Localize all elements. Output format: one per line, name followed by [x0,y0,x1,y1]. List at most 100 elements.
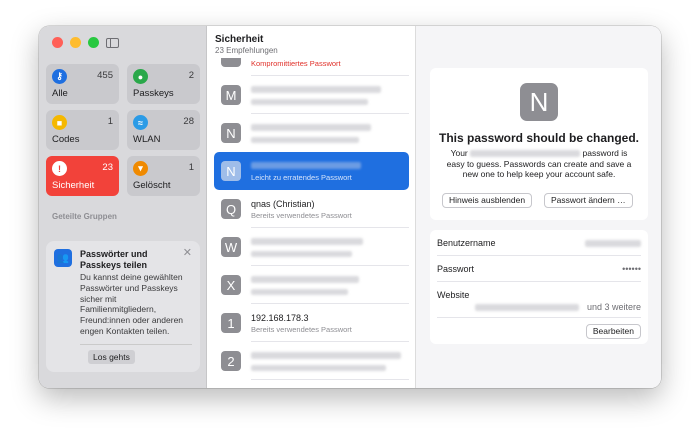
category-tile[interactable]: ≈28 WLAN [127,110,200,150]
redacted-item-name [251,162,361,169]
redacted-item-name [251,124,371,131]
redacted-website [475,304,579,311]
item-avatar: 1 [221,313,241,333]
item-avatar: 2 [221,351,241,371]
category-count: 455 [97,70,113,81]
redacted-item-detail [251,289,349,295]
website-more: und 3 weitere [586,302,641,312]
username-row[interactable]: Benutzername [437,230,641,256]
item-avatar: N [221,123,241,143]
detail-pane: N This password should be changed. Your … [416,26,661,388]
divider [80,344,192,345]
list-title: Sicherheit [215,34,264,45]
item-subtitle: Bereits verwendetes Passwort [251,325,352,334]
people-icon: 👥 [54,249,72,267]
category-count: 1 [188,162,194,173]
change-password-button[interactable]: Passwort ändern … [544,193,633,208]
sidebar-icon[interactable] [106,38,119,48]
edit-button[interactable]: Bearbeiten [585,324,641,339]
sidebar: ⚷ 455 Alle ● 2 Passkeys ■ 1 Codes ≈28 WLAN! 23 Siche… [39,26,207,388]
category-count: 23 [102,162,113,173]
warning-card: N This password should be changed. Your … [430,68,648,220]
trash-icon: ▾ [133,161,148,176]
password-label: Passwort [437,264,475,274]
share-card-body: Du kannst deine gewählten Passwörter und… [80,272,184,336]
redacted-item-detail [251,251,352,257]
category-tile[interactable]: ● 2 Passkeys [127,64,200,104]
get-started-button[interactable]: Los gehts [88,350,135,364]
category-label: Sicherheit [52,180,95,191]
category-tile[interactable]: ▾ 1 Gelöscht [127,156,200,196]
warning-text-start: Your [450,148,468,158]
list-item[interactable]: 2 [214,342,409,380]
site-avatar: N [520,83,558,121]
row-divider [251,379,409,380]
item-avatar: M [221,85,241,105]
list-item[interactable]: N [214,114,409,152]
redacted-item-detail [251,137,359,143]
redacted-item-detail [251,365,386,371]
exclamation-icon: ! [52,161,67,176]
category-count: 28 [183,116,194,127]
details-card: Benutzername Passwort •••••• Website und… [430,230,648,344]
username-label: Benutzername [437,238,496,248]
hide-hint-button[interactable]: Hinweis ausblenden [442,193,533,208]
list-item[interactable]: 1 192.168.178.3 Bereits verwendetes Passwo… [214,304,409,342]
website-row[interactable]: Website und 3 weitere [437,282,641,318]
redacted-site-name [470,150,581,158]
redacted-username [585,240,641,247]
list-item[interactable]: W [214,228,409,266]
item-avatar: Q [221,199,241,219]
item-subtitle: Leicht zu erratendes Passwort [251,173,352,182]
redacted-item-name [251,276,359,283]
website-label: Website [437,290,470,300]
list-header: Sicherheit 23 Empfehlungen [215,34,278,55]
category-label: Codes [52,134,80,145]
list-item[interactable]: N Leicht zu erratendes Passwort [214,152,409,190]
window-controls [52,37,99,48]
list-item[interactable]: Kompromittiertes Passwort [214,58,409,76]
person-key-icon: ● [133,69,148,84]
category-count: 2 [188,70,194,81]
passwords-window: ⚷ 455 Alle ● 2 Passkeys ■ 1 Codes ≈28 WLAN! 23 Siche… [39,26,661,388]
minimize-window-button[interactable] [70,37,81,48]
category-label: Gelöscht [133,180,171,191]
zoom-window-button[interactable] [88,37,99,48]
category-label: Passkeys [133,88,174,99]
category-tile[interactable]: ■ 1 Codes [46,110,119,150]
warning-title: This password should be changed. [438,131,640,145]
key-icon: ⚷ [52,69,67,84]
list-rows: Kompromittiertes Passwort M N N Leicht zu er… [207,58,415,388]
category-tile[interactable]: ⚷ 455 Alle [46,64,119,104]
share-card: 👥 ✕ Passwörter und Passkeys teilen Du ka… [46,241,200,372]
item-avatar: X [221,275,241,295]
item-avatar: W [221,237,241,257]
category-tile[interactable]: ! 23 Sicherheit [46,156,119,196]
warning-text: Your password is easy to guess. Password… [444,148,634,180]
list-item[interactable]: M [214,76,409,114]
redacted-item-name [251,238,363,245]
lock-code-icon: ■ [52,115,67,130]
list-subtitle: 23 Empfehlungen [215,46,278,55]
recommendations-list: Sicherheit 23 Empfehlungen Kompromittier… [207,26,416,388]
password-row[interactable]: Passwort •••••• [437,256,641,282]
wifi-icon: ≈ [133,115,148,130]
category-label: WLAN [133,134,161,145]
share-card-title: Passwörter und Passkeys teilen [80,249,148,270]
password-value: •••••• [622,264,641,274]
close-window-button[interactable] [52,37,63,48]
redacted-item-name [251,352,401,359]
item-name: qnas (Christian) [251,199,315,209]
list-item[interactable]: Qqnas (Christian) Bereits verwendetes Pas… [214,190,409,228]
item-subtitle: Bereits verwendetes Passwort [251,211,352,220]
shared-groups-label: Geteilte Gruppen [52,212,117,221]
category-count: 1 [107,116,113,127]
list-item[interactable]: X [214,266,409,304]
item-name: 192.168.178.3 [251,313,309,323]
item-subtitle: Kompromittiertes Passwort [251,59,341,68]
category-label: Alle [52,88,68,99]
category-tiles: ⚷ 455 Alle ● 2 Passkeys ■ 1 Codes ≈28 WLAN! 23 Siche… [46,64,200,196]
redacted-item-name [251,86,381,93]
item-avatar: N [221,161,241,181]
redacted-item-detail [251,99,368,105]
